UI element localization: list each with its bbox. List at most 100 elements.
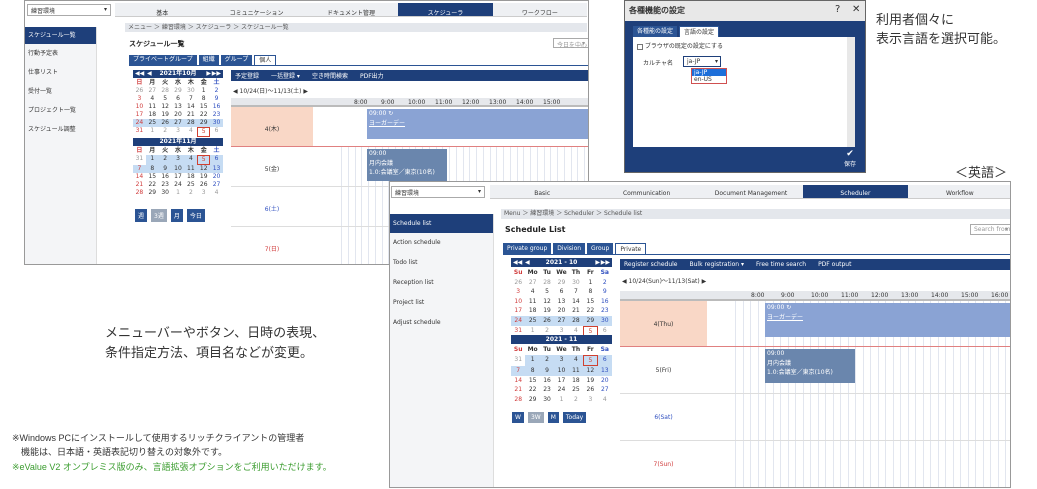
calendar-day[interactable]: 27 xyxy=(171,119,185,127)
search-input[interactable]: 今日を中心 xyxy=(553,38,588,49)
calendar-day[interactable]: 7 xyxy=(569,287,583,297)
calendar-day[interactable]: 2 xyxy=(598,278,612,288)
prev-range-icon[interactable]: ◀ xyxy=(622,278,627,285)
calendar-day[interactable]: 7 xyxy=(133,165,146,173)
calendar-day[interactable]: 18 xyxy=(184,173,197,181)
next-month-icon[interactable]: ▶ xyxy=(206,70,211,78)
today-button[interactable]: Today xyxy=(562,412,587,423)
calendar-day[interactable]: 14 xyxy=(569,297,583,307)
calendar-day[interactable]: 27 xyxy=(525,278,539,288)
calendar-day[interactable]: 17 xyxy=(511,306,525,316)
search-input[interactable]: Search from xyxy=(970,224,1010,235)
nav-communication[interactable]: コミュニケーション xyxy=(209,3,303,17)
calendar-day[interactable]: 23 xyxy=(159,181,172,189)
calendar-day[interactable]: 19 xyxy=(583,376,597,386)
calendar-day[interactable]: 1 xyxy=(525,354,540,367)
calendar-day[interactable]: 21 xyxy=(569,306,583,316)
calendar-day[interactable]: 28 xyxy=(184,119,198,127)
nav-communication[interactable]: Communication xyxy=(594,185,698,198)
sidebar-item-project[interactable]: Project list xyxy=(390,293,493,313)
calendar-day[interactable]: 3 xyxy=(133,95,146,103)
calendar-day[interactable]: 15 xyxy=(146,173,159,181)
pdf-output-button[interactable]: PDF output xyxy=(818,261,851,268)
calendar-day[interactable]: 18 xyxy=(525,306,539,316)
free-time-search-button[interactable]: Free time search xyxy=(756,261,806,268)
calendar-day[interactable]: 28 xyxy=(568,315,584,326)
calendar-day[interactable]: 3 xyxy=(511,287,525,297)
calendar-day[interactable]: 10 xyxy=(554,366,569,376)
nav-workflow[interactable]: Workflow xyxy=(908,185,1010,198)
calendar-day[interactable]: 17 xyxy=(554,376,568,386)
month-button[interactable]: M xyxy=(547,412,559,423)
calendar-day[interactable]: 14 xyxy=(511,376,525,386)
calendar-day[interactable]: 28 xyxy=(159,87,172,95)
environment-select[interactable]: 練習環境 xyxy=(391,186,485,198)
calendar-day[interactable]: 28 xyxy=(133,189,146,197)
calendar-day[interactable]: 22 xyxy=(197,111,210,119)
prev-year-icon[interactable]: ◀◀ xyxy=(135,70,144,78)
sidebar-item-action-schedule[interactable]: 行動予定表 xyxy=(25,44,96,63)
calendar-day[interactable]: 18 xyxy=(569,376,583,386)
calendar-day[interactable]: 20 xyxy=(598,376,612,386)
calendar-day[interactable]: 2 xyxy=(159,127,172,137)
calendar-day[interactable]: 23 xyxy=(540,385,554,395)
environment-select[interactable]: 練習環境 xyxy=(27,4,111,16)
calendar-day[interactable]: 24 xyxy=(511,315,526,326)
calendar-day[interactable]: 27 xyxy=(210,181,223,189)
calendar-day[interactable]: 12 xyxy=(197,165,211,173)
calendar-day[interactable]: 5 xyxy=(159,95,172,103)
calendar-day[interactable]: 2 xyxy=(158,155,172,165)
calendar-day[interactable]: 13 xyxy=(172,103,185,111)
calendar-day[interactable]: 16 xyxy=(210,103,223,111)
calendar-day[interactable]: 11 xyxy=(146,103,159,111)
close-icon[interactable]: ✕ xyxy=(852,4,860,15)
sidebar-item-action-schedule[interactable]: Action schedule xyxy=(390,233,493,253)
calendar-day[interactable]: 19 xyxy=(540,306,554,316)
event-block[interactable]: 09:00 ↻ ヨーガーデー xyxy=(765,303,1010,337)
calendar-day[interactable]: 4 xyxy=(210,189,223,197)
calendar-day[interactable]: 29 xyxy=(525,395,539,405)
calendar-day[interactable]: 24 xyxy=(133,119,146,127)
register-button[interactable]: 予定登録 xyxy=(235,71,259,80)
calendar-day[interactable]: 19 xyxy=(197,173,210,181)
nav-basic[interactable]: Basic xyxy=(490,185,594,198)
bulk-register-button[interactable]: 一括登録 ▾ xyxy=(271,71,300,80)
calendar-day[interactable]: 13 xyxy=(210,165,223,173)
tab-division[interactable]: 組織 xyxy=(198,55,219,65)
nav-scheduler[interactable]: スケジューラ xyxy=(398,3,493,17)
register-button[interactable]: Register schedule xyxy=(624,261,678,268)
calendar-day[interactable]: 13 xyxy=(554,297,568,307)
calendar-day[interactable]: 18 xyxy=(146,111,159,119)
sidebar-item-adjust[interactable]: スケジュール調整 xyxy=(25,120,96,139)
calendar-day[interactable]: 19 xyxy=(159,111,172,119)
calendar-day[interactable]: 30 xyxy=(159,189,172,197)
calendar-day[interactable]: 5 xyxy=(540,287,554,297)
calendar-day[interactable]: 26 xyxy=(511,278,525,288)
calendar-day[interactable]: 4 xyxy=(568,354,584,367)
help-icon[interactable]: ? xyxy=(835,4,840,15)
prev-month-icon[interactable]: ◀ xyxy=(525,258,530,267)
calendar-day[interactable]: 8 xyxy=(525,366,540,376)
save-button[interactable]: ✔ 保存 xyxy=(837,149,863,168)
calendar-day[interactable]: 25 xyxy=(569,385,583,395)
prev-month-icon[interactable]: ◀ xyxy=(147,70,152,78)
calendar-day[interactable]: 4 xyxy=(184,127,197,137)
option-en-us[interactable]: en-US xyxy=(692,76,726,83)
calendar-day[interactable]: 10 xyxy=(171,165,185,173)
calendar-day[interactable]: 9 xyxy=(158,165,172,173)
sidebar-item-adjust[interactable]: Adjust schedule xyxy=(390,313,493,333)
calendar-day[interactable]: 5 xyxy=(197,127,211,137)
three-week-button[interactable]: 3週 xyxy=(151,209,167,222)
calendar-day[interactable]: 7 xyxy=(184,95,197,103)
calendar-day[interactable]: 4 xyxy=(184,155,198,165)
calendar-day[interactable]: 25 xyxy=(184,181,197,189)
calendar-day[interactable]: 29 xyxy=(197,119,211,127)
calendar-day[interactable]: 31 xyxy=(133,155,146,165)
calendar-day[interactable]: 26 xyxy=(158,119,172,127)
calendar-day[interactable]: 17 xyxy=(133,111,146,119)
calendar-day[interactable]: 8 xyxy=(145,165,159,173)
calendar-day[interactable]: 26 xyxy=(583,385,597,395)
sidebar-item-reception[interactable]: 受付一覧 xyxy=(25,82,96,101)
calendar-day[interactable]: 9 xyxy=(539,366,555,376)
today-button[interactable]: 今日 xyxy=(186,209,205,222)
